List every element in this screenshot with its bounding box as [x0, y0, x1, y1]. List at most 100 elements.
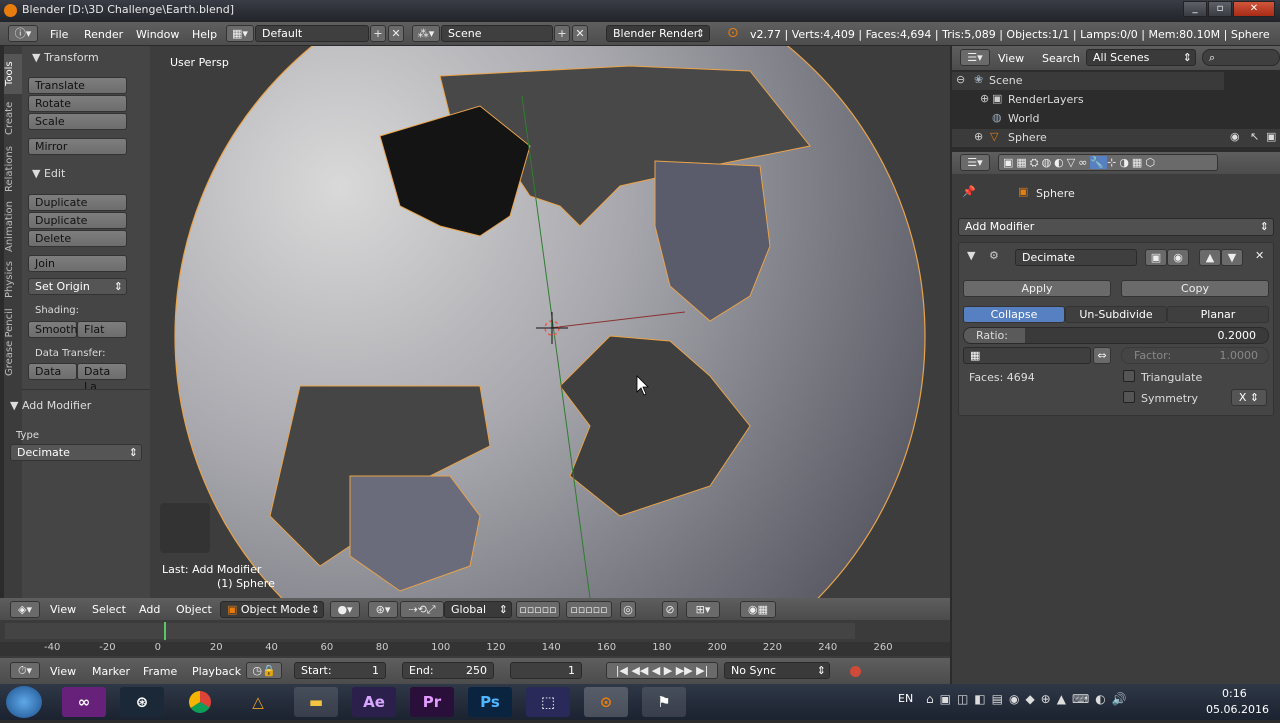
menu-view[interactable]: View: [50, 603, 76, 616]
menu-file[interactable]: File: [50, 28, 68, 41]
clock-date[interactable]: 05.06.2016: [1206, 703, 1269, 716]
transform-panel-header[interactable]: ▼ Transform: [32, 51, 99, 64]
editor-type-timeline-icon[interactable]: ⏱▾: [10, 662, 40, 679]
layers-grid-a[interactable]: ▫▫▫▫▫: [516, 601, 560, 618]
timeline-menu-view[interactable]: View: [50, 665, 76, 678]
edit-panel-header[interactable]: ▼ Edit: [32, 167, 65, 180]
outliner-menu-search[interactable]: Search: [1042, 52, 1080, 65]
scale-button[interactable]: Scale: [28, 113, 127, 130]
vertex-group-field[interactable]: ▦: [963, 347, 1091, 364]
set-origin-dropdown[interactable]: Set Origin ⇕: [28, 278, 127, 295]
render-preview-icon[interactable]: ◉▦: [740, 601, 776, 618]
tab-physics[interactable]: Physics: [4, 258, 22, 302]
maximize-button[interactable]: ▫: [1208, 1, 1232, 17]
duplicate-linked-button[interactable]: Duplicate Linked: [28, 212, 127, 242]
system-tray-icons[interactable]: ⌂▣◫◧▤◉◆⊕▲⌨◐🔊: [926, 692, 1190, 710]
remove-layout-button[interactable]: ✕: [388, 25, 404, 42]
properties-context-tabs[interactable]: ▣▦⛭◍◐▽∞🔧⊹◑▦⬡: [998, 154, 1218, 171]
translate-button[interactable]: Translate: [28, 77, 127, 94]
move-up-button[interactable]: ▲: [1199, 249, 1221, 266]
timeline-menu-frame[interactable]: Frame: [143, 665, 177, 678]
pulsar-icon[interactable]: △: [236, 687, 280, 717]
join-button[interactable]: Join: [28, 255, 127, 272]
screen-layout-icon[interactable]: ▦▾: [226, 25, 254, 42]
symmetry-checkbox[interactable]: [1123, 391, 1135, 403]
ratio-slider[interactable]: Ratio: 0.2000: [963, 327, 1269, 344]
record-icon[interactable]: [850, 666, 861, 677]
vectorworks-icon[interactable]: ⬚: [526, 687, 570, 717]
viewport-toggle-icon[interactable]: ◉: [1167, 249, 1189, 266]
outliner-filter-select[interactable]: All Scenes ⇕: [1086, 49, 1196, 66]
menu-render[interactable]: Render: [84, 28, 123, 41]
apply-button[interactable]: Apply: [963, 280, 1111, 297]
tab-grease-pencil[interactable]: Grease Pencil: [4, 304, 22, 380]
transform-orientation-select[interactable]: Global ⇕: [444, 601, 512, 618]
outliner-item-scene[interactable]: ⊖ ❀ Scene: [952, 72, 1224, 90]
render-camera-icon[interactable]: ▣: [1266, 130, 1276, 143]
game-icon[interactable]: ⚑: [642, 687, 686, 717]
steam-icon[interactable]: ⊛: [120, 687, 164, 717]
mode-collapse-tab[interactable]: Collapse: [963, 306, 1065, 323]
viewport-shading-icon[interactable]: ●▾: [330, 601, 360, 618]
current-frame-marker[interactable]: [164, 622, 166, 640]
screen-layout-field[interactable]: Default: [255, 25, 369, 42]
chrome-icon[interactable]: [178, 687, 222, 717]
add-layout-button[interactable]: +: [370, 25, 386, 42]
add-scene-button[interactable]: +: [554, 25, 570, 42]
visual-studio-icon[interactable]: ∞: [62, 687, 106, 717]
pin-icon[interactable]: 📌: [962, 185, 976, 198]
copy-button[interactable]: Copy: [1121, 280, 1269, 297]
duplicate-button[interactable]: Duplicate: [28, 194, 127, 211]
modifier-name-field[interactable]: Decimate: [1015, 249, 1137, 266]
editor-type-outliner-icon[interactable]: ☰▾: [960, 49, 990, 66]
close-button[interactable]: ✕: [1233, 1, 1275, 17]
clock-time[interactable]: 0:16: [1222, 687, 1247, 700]
smooth-button[interactable]: Smooth: [28, 321, 77, 338]
outliner-item-world[interactable]: ◍ World: [952, 110, 1224, 128]
snap-icon[interactable]: ⊘: [662, 601, 678, 618]
move-down-button[interactable]: ▼: [1221, 249, 1243, 266]
render-toggle-icon[interactable]: ▣: [1145, 249, 1167, 266]
menu-window[interactable]: Window: [136, 28, 179, 41]
input-language[interactable]: EN: [898, 692, 913, 705]
selectable-icon[interactable]: ↖: [1250, 130, 1259, 143]
manipulator-icon[interactable]: ⇢⟲⤢: [400, 601, 444, 618]
outliner-menu-view[interactable]: View: [998, 52, 1024, 65]
proportional-edit-icon[interactable]: ◎: [620, 601, 636, 618]
photoshop-icon[interactable]: Ps: [468, 687, 512, 717]
add-modifier-dropdown[interactable]: Add Modifier ⇕: [958, 218, 1274, 236]
menu-object[interactable]: Object: [176, 603, 212, 616]
mirror-button[interactable]: Mirror: [28, 138, 127, 155]
pivot-icon[interactable]: ⊛▾: [368, 601, 398, 618]
delete-button[interactable]: Delete: [28, 230, 127, 247]
layers-grid-b[interactable]: ▫▫▫▫▫: [566, 601, 612, 618]
premiere-icon[interactable]: Pr: [410, 687, 454, 717]
interaction-mode-select[interactable]: ▣ Object Mode ⇕: [220, 601, 324, 618]
outliner-item-renderlayers[interactable]: ⊕ ▣ RenderLayers: [952, 91, 1224, 109]
add-modifier-operator-header[interactable]: ▼ Add Modifier: [10, 399, 91, 412]
render-engine-select[interactable]: Blender Render ⇕: [606, 25, 710, 42]
data-layout-button[interactable]: Data La: [77, 363, 127, 393]
menu-add[interactable]: Add: [139, 603, 160, 616]
modifier-type-dropdown[interactable]: Decimate ⇕: [10, 444, 142, 461]
timeline-menu-playback[interactable]: Playback: [192, 665, 241, 678]
remove-modifier-button[interactable]: ✕: [1255, 249, 1264, 262]
remove-scene-button[interactable]: ✕: [572, 25, 588, 42]
timeline-menu-marker[interactable]: Marker: [92, 665, 130, 678]
3d-viewport[interactable]: User Persp Last: Add Modifier (1) Sphere: [150, 46, 950, 598]
mode-unsubdivide-tab[interactable]: Un-Subdivide: [1065, 306, 1167, 323]
file-explorer-icon[interactable]: ▬: [294, 687, 338, 717]
rotate-button[interactable]: Rotate: [28, 95, 127, 112]
collapse-arrow-icon[interactable]: ▼: [967, 249, 975, 262]
playback-controls[interactable]: |◀ ◀◀ ◀ ▶ ▶▶ ▶|: [606, 662, 718, 679]
outliner-search-input[interactable]: ⌕: [1202, 49, 1280, 66]
end-frame-field[interactable]: End: 250: [402, 662, 494, 679]
editor-type-info-icon[interactable]: ⓘ▾: [8, 25, 38, 42]
after-effects-icon[interactable]: Ae: [352, 687, 396, 717]
tab-create[interactable]: Create: [4, 96, 22, 140]
menu-help[interactable]: Help: [192, 28, 217, 41]
timeline-area[interactable]: -40 -20 0 20 40 60 80 100 120 140 160 180 200 220 240 2…: [0, 620, 950, 658]
menu-select[interactable]: Select: [92, 603, 126, 616]
timeline-scrollbar[interactable]: [5, 623, 855, 639]
scene-field[interactable]: Scene: [441, 25, 553, 42]
